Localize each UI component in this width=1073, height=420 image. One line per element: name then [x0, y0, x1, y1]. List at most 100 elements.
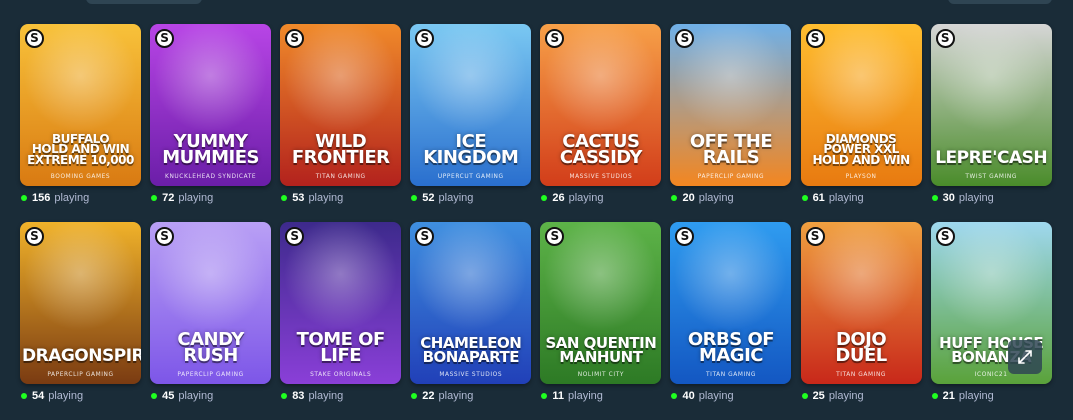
game-title-line: HOLD AND WIN — [812, 153, 910, 168]
player-count-label: playing — [308, 390, 344, 402]
game-title-line: MANHUNT — [559, 347, 643, 366]
game-title: DIAMONDS POWER XXL HOLD AND WIN — [803, 133, 920, 168]
online-dot-icon — [931, 195, 938, 201]
game-card[interactable]: S DOJO DUEL TITAN GAMING 25 playing — [800, 222, 922, 403]
game-card[interactable]: S DIAMONDS POWER XXL HOLD AND WIN PLAYSON 61 p… — [800, 24, 922, 205]
player-count-number: 11 — [552, 390, 565, 402]
game-thumbnail[interactable]: S OFF THE RAILS PAPERCLIP GAMING — [670, 24, 792, 186]
game-card[interactable]: S ICE KINGDOM UPPERCUT GAMING 52 playing — [410, 24, 532, 205]
game-grid: S BUFFALO HOLD AND WIN EXTREME 10,000 BOOMIN… — [20, 24, 1052, 403]
game-thumbnail[interactable]: S CANDY RUSH PAPERCLIP GAMING — [150, 222, 272, 384]
expand-button[interactable] — [1008, 340, 1042, 374]
online-dot-icon — [281, 195, 288, 201]
player-count: 156 playing — [20, 191, 141, 205]
player-count-text: 61 playing — [813, 192, 864, 204]
game-provider: TITAN GAMING — [315, 172, 366, 180]
player-count-label: playing — [438, 390, 474, 402]
game-provider: TITAN GAMING — [705, 370, 756, 378]
player-count: 54 playing — [20, 389, 141, 403]
game-title-line: RAILS — [702, 146, 760, 168]
player-count-label: playing — [438, 192, 474, 204]
game-provider: BOOMING GAMES — [50, 172, 111, 180]
top-button-right[interactable] — [948, 0, 1052, 4]
game-provider: PAPERCLIP GAMING — [177, 370, 244, 378]
game-title-line: LEPRE'CASH — [935, 147, 1048, 168]
player-count-label: playing — [54, 192, 90, 204]
player-count-text: 20 playing — [682, 192, 733, 204]
online-dot-icon — [671, 195, 678, 201]
game-card[interactable]: S BUFFALO HOLD AND WIN EXTREME 10,000 BOOMIN… — [20, 24, 141, 205]
player-count-text: 40 playing — [682, 390, 733, 402]
online-dot-icon — [411, 393, 418, 399]
player-count-number: 21 — [942, 390, 955, 402]
game-thumbnail[interactable]: S CHAMELEON BONAPARTE MASSIVE STUDIOS — [410, 222, 532, 384]
player-count: 20 playing — [670, 191, 791, 205]
player-count: 45 playing — [150, 389, 271, 403]
online-dot-icon — [801, 195, 808, 201]
game-card[interactable]: S HUFF HOUSE BONANZA ICONIC21 21 playing — [930, 222, 1052, 403]
player-count: 11 playing — [540, 389, 661, 403]
player-count-label: playing — [568, 390, 603, 402]
game-title: CHAMELEON BONAPARTE — [412, 336, 529, 364]
game-title: LEPRE'CASH — [933, 147, 1050, 168]
game-card[interactable]: S LEPRE'CASH TWIST GAMING 30 playing — [930, 24, 1052, 205]
game-thumbnail[interactable]: S ORBS OF MAGIC TITAN GAMING — [670, 222, 792, 384]
player-count: 72 playing — [150, 191, 271, 205]
game-provider: TWIST GAMING — [965, 172, 1017, 180]
game-card[interactable]: S YUMMY MUMMIES KNUCKLEHEAD SYNDICATE 72 play… — [150, 24, 272, 205]
player-count-label: playing — [178, 390, 214, 402]
player-count-number: 22 — [422, 390, 435, 402]
game-card[interactable]: S OFF THE RAILS PAPERCLIP GAMING 20 playing — [670, 24, 792, 205]
game-card[interactable]: S ORBS OF MAGIC TITAN GAMING 40 playing — [670, 222, 792, 403]
player-count-text: 52 playing — [422, 192, 473, 204]
game-thumbnail[interactable]: S DOJO DUEL TITAN GAMING — [800, 222, 922, 384]
game-card[interactable]: S CHAMELEON BONAPARTE MASSIVE STUDIOS 22 play… — [410, 222, 532, 403]
game-title: ORBS OF MAGIC — [672, 330, 789, 366]
game-thumbnail[interactable]: S ICE KINGDOM UPPERCUT GAMING — [410, 24, 532, 186]
game-thumbnail[interactable]: S BUFFALO HOLD AND WIN EXTREME 10,000 BOOMIN… — [20, 24, 141, 186]
top-button-left[interactable] — [86, 0, 202, 4]
player-count-text: 45 playing — [162, 390, 213, 402]
online-dot-icon — [541, 195, 548, 201]
game-title: DRAGONSPIRE — [22, 347, 141, 364]
online-dot-icon — [801, 393, 808, 399]
game-card[interactable]: S WILD FRONTIER TITAN GAMING 53 playing — [280, 24, 402, 205]
player-count-number: 53 — [292, 192, 305, 204]
game-card[interactable]: S CACTUS CASSIDY MASSIVE STUDIOS 26 playing — [540, 24, 662, 205]
game-thumbnail[interactable]: S TOME OF LIFE STAKE ORIGINALS — [280, 222, 402, 384]
player-count: 61 playing — [801, 191, 922, 205]
player-count: 25 playing — [801, 389, 922, 403]
online-dot-icon — [541, 393, 548, 399]
game-provider: STAKE ORIGINALS — [310, 370, 372, 378]
player-count-number: 25 — [812, 390, 825, 402]
game-title-line: LIFE — [320, 344, 362, 366]
game-title-line: MAGIC — [698, 344, 764, 366]
player-count-label: playing — [958, 192, 994, 204]
game-provider: TITAN GAMING — [836, 370, 887, 378]
game-thumbnail[interactable]: S CACTUS CASSIDY MASSIVE STUDIOS — [540, 24, 662, 186]
game-thumbnail[interactable]: S SAN QUENTIN MANHUNT NOLIMIT CITY — [540, 222, 662, 384]
player-count-text: 54 playing — [32, 390, 83, 402]
game-card[interactable]: S DRAGONSPIRE PAPERCLIP GAMING 54playing — [20, 222, 141, 403]
game-title-line: FRONTIER — [291, 146, 390, 168]
stake-s-badge-icon: S — [155, 227, 175, 246]
game-title: OFF THE RAILS — [672, 132, 789, 168]
player-count: 83 playing — [280, 389, 401, 403]
game-thumbnail[interactable]: S LEPRE'CASH TWIST GAMING — [930, 24, 1052, 186]
game-card[interactable]: S TOME OF LIFE STAKE ORIGINALS 83 playing — [280, 222, 402, 403]
online-dot-icon — [151, 393, 158, 399]
game-title: YUMMY MUMMIES — [152, 132, 269, 166]
game-thumbnail[interactable]: S YUMMY MUMMIES KNUCKLEHEAD SYNDICATE — [150, 24, 272, 186]
player-count: 40 playing — [670, 389, 791, 403]
game-thumbnail[interactable]: S DRAGONSPIRE PAPERCLIP GAMING — [20, 222, 141, 384]
game-card[interactable]: S CANDY RUSH PAPERCLIP GAMING 45 playing — [150, 222, 272, 403]
game-provider: MASSIVE STUDIOS — [439, 370, 503, 378]
game-title-line: DUEL — [835, 344, 887, 366]
player-count-number: 72 — [162, 192, 175, 204]
game-card[interactable]: S SAN QUENTIN MANHUNT NOLIMIT CITY 11 playing — [540, 222, 662, 403]
player-count-number: 61 — [812, 192, 825, 204]
game-thumbnail[interactable]: S WILD FRONTIER TITAN GAMING — [280, 24, 402, 186]
game-thumbnail[interactable]: S DIAMONDS POWER XXL HOLD AND WIN PLAYSON — [800, 24, 922, 186]
online-dot-icon — [671, 393, 678, 399]
game-title: CACTUS CASSIDY — [542, 132, 659, 166]
